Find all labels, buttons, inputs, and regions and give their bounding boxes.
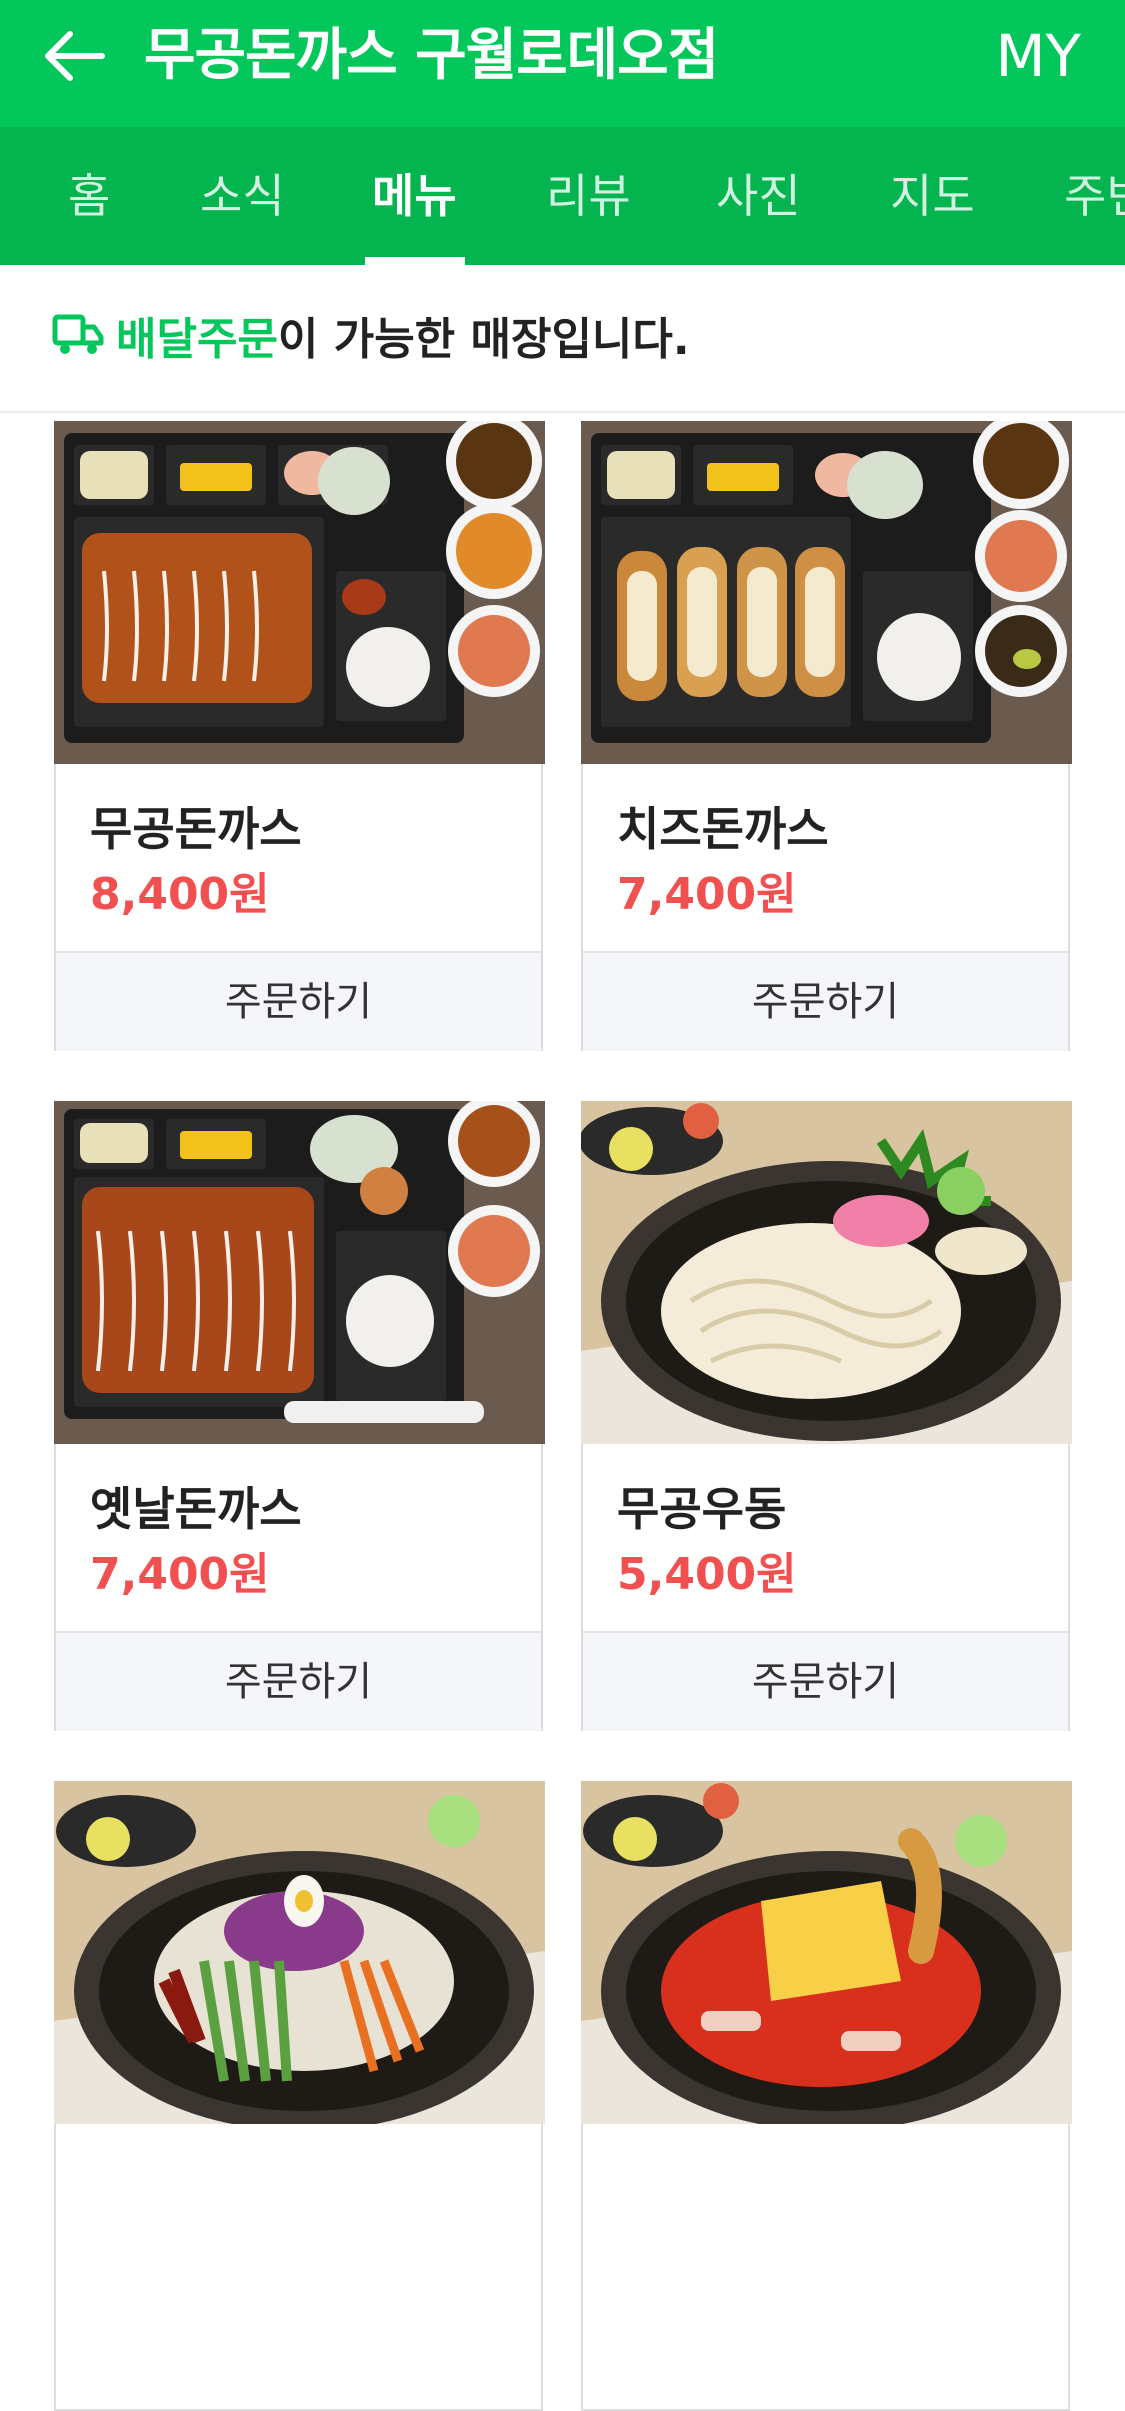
delivery-notice-text: 배달주문이 가능한 매장입니다. bbox=[116, 305, 690, 375]
menu-card[interactable] bbox=[581, 1781, 1072, 2411]
menu-photo-cheese-cutlet bbox=[581, 421, 1072, 764]
tab-bar: 홈 소식 메뉴 리뷰 사진 지도 주변 bbox=[0, 127, 1125, 265]
menu-photo-cold-noodle bbox=[54, 1781, 545, 2124]
order-button[interactable]: 주문하기 bbox=[56, 951, 541, 1051]
my-button[interactable]: MY bbox=[996, 16, 1081, 96]
store-title: 무공돈까스 구월로데오점 bbox=[144, 23, 719, 88]
delivery-truck-icon bbox=[52, 314, 104, 354]
menu-price: 8,400원 bbox=[90, 869, 270, 920]
menu-grid: 무공돈까스 8,400원 주문하기 치즈돈까스 7,400원 주문하기 옛날돈까… bbox=[0, 413, 1125, 2411]
menu-price: 7,400원 bbox=[90, 1549, 270, 1600]
order-button[interactable]: 주문하기 bbox=[56, 1631, 541, 1731]
menu-photo-bento-cutlet bbox=[54, 421, 545, 764]
tab-home[interactable]: 홈 bbox=[68, 127, 110, 265]
menu-price: 7,400원 bbox=[617, 869, 797, 920]
menu-photo-classic-cutlet bbox=[54, 1101, 545, 1444]
menu-name: 무공우동 bbox=[617, 1482, 787, 1536]
tab-nearby[interactable]: 주변 bbox=[1064, 127, 1125, 265]
menu-photo-udon bbox=[581, 1101, 1072, 1444]
order-button[interactable]: 주문하기 bbox=[583, 951, 1068, 1051]
menu-card[interactable]: 옛날돈까스 7,400원 주문하기 bbox=[54, 1101, 545, 1731]
menu-name: 무공돈까스 bbox=[90, 802, 302, 856]
tab-photos[interactable]: 사진 bbox=[716, 127, 801, 265]
delivery-notice-rest: 이 가능한 매장입니다. bbox=[277, 314, 690, 365]
arrow-left-icon bbox=[45, 31, 105, 81]
tab-menu[interactable]: 메뉴 bbox=[372, 127, 457, 265]
menu-name: 옛날돈까스 bbox=[90, 1482, 302, 1536]
menu-card[interactable]: 무공돈까스 8,400원 주문하기 bbox=[54, 421, 545, 1051]
tab-reviews[interactable]: 리뷰 bbox=[546, 127, 631, 265]
menu-card[interactable] bbox=[54, 1781, 545, 2411]
menu-card[interactable]: 무공우동 5,400원 주문하기 bbox=[581, 1101, 1072, 1731]
delivery-order-highlight: 배달주문 bbox=[116, 314, 278, 365]
back-button[interactable] bbox=[38, 26, 108, 86]
order-button[interactable]: 주문하기 bbox=[583, 1631, 1068, 1731]
tab-map[interactable]: 지도 bbox=[890, 127, 975, 265]
top-app-bar: 무공돈까스 구월로데오점 MY bbox=[0, 0, 1125, 127]
active-tab-indicator bbox=[365, 257, 465, 265]
menu-price: 5,400원 bbox=[617, 1549, 797, 1600]
menu-card[interactable]: 치즈돈까스 7,400원 주문하기 bbox=[581, 421, 1072, 1051]
menu-photo-tteokbokki bbox=[581, 1781, 1072, 2124]
delivery-notice: 배달주문이 가능한 매장입니다. bbox=[0, 265, 1125, 413]
menu-name: 치즈돈까스 bbox=[617, 802, 829, 856]
tab-news[interactable]: 소식 bbox=[200, 127, 285, 265]
